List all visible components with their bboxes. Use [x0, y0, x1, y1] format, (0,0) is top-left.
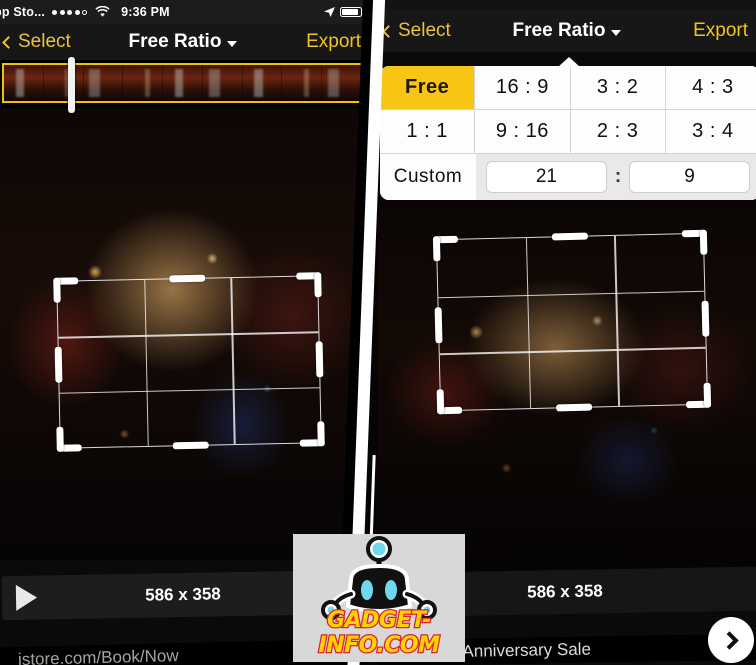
- ratio-option-free[interactable]: Free: [380, 66, 476, 109]
- filmstrip-frame: [242, 65, 283, 101]
- caret-down-icon: [227, 40, 238, 47]
- crop-handle-bottom[interactable]: [556, 403, 593, 412]
- crop-handle-top-left[interactable]: [432, 236, 441, 262]
- right-video-stage: [378, 196, 756, 574]
- export-button[interactable]: Export: [693, 10, 748, 52]
- playhead-handle[interactable]: [68, 57, 75, 113]
- ratio-option-2-3[interactable]: 2 : 3: [570, 110, 666, 153]
- export-label: Export: [693, 20, 748, 41]
- carrier-label: pp Sto...: [0, 5, 46, 19]
- ratio-row: Free 16 : 9 3 : 2 4 : 3: [380, 66, 756, 110]
- clock-label: 9:36 PM: [121, 5, 170, 19]
- crop-gridline-horizontal: [58, 331, 319, 339]
- filmstrip-frame: [123, 65, 164, 101]
- signal-dot: [52, 9, 58, 15]
- wifi-icon: [95, 6, 110, 18]
- custom-ratio-row: Custom 21 : 9: [380, 154, 756, 200]
- popover-body: Free 16 : 9 3 : 2 4 : 3 1 : 1 9 : 16 2 :…: [380, 66, 756, 200]
- left-video-stage: [0, 110, 366, 560]
- crop-handle-right[interactable]: [701, 300, 710, 337]
- timeline-filmstrip-area: [0, 57, 366, 113]
- filmstrip-frame: [202, 65, 243, 101]
- location-icon: [324, 7, 335, 17]
- right-toolbar: Select Free Ratio Export: [378, 10, 756, 52]
- crop-handle-top-left[interactable]: [53, 277, 61, 303]
- crop-gridline-horizontal: [438, 290, 705, 299]
- ratio-option-3-2[interactable]: 3 : 2: [570, 66, 666, 109]
- custom-ratio-separator: :: [614, 166, 622, 187]
- signal-dot: [59, 9, 65, 15]
- crop-handle-top-right[interactable]: [314, 272, 322, 298]
- crop-gridline-vertical: [525, 238, 532, 409]
- custom-ratio-fields: 21 : 9: [476, 154, 756, 200]
- crop-handle-bottom-right[interactable]: [317, 421, 325, 447]
- crop-handle-top[interactable]: [551, 232, 588, 241]
- crop-handle-left[interactable]: [434, 307, 443, 344]
- crop-gridline-horizontal: [439, 347, 706, 356]
- status-bar: pp Sto... 9:36 PM: [0, 0, 366, 24]
- crop-handle-right[interactable]: [315, 341, 324, 378]
- crop-handle-bottom[interactable]: [172, 441, 209, 450]
- custom-height-input[interactable]: 9: [629, 161, 751, 193]
- filmstrip-frame: [43, 65, 84, 101]
- chevron-left-icon: [2, 35, 15, 49]
- export-label: Export: [306, 31, 361, 52]
- ratio-option-4-3[interactable]: 4 : 3: [665, 66, 756, 109]
- aspect-ratio-popover: Free 16 : 9 3 : 2 4 : 3 1 : 1 9 : 16 2 :…: [380, 57, 756, 200]
- crop-handle-left[interactable]: [54, 346, 63, 383]
- back-select-button[interactable]: Select: [382, 10, 451, 52]
- crop-handle-top-right[interactable]: [699, 229, 708, 255]
- crop-handle-bottom-left[interactable]: [56, 426, 64, 452]
- ratio-option-1-1[interactable]: 1 : 1: [380, 110, 476, 153]
- crop-handle-top[interactable]: [169, 274, 206, 283]
- signal-dot: [67, 9, 73, 15]
- crop-grid-overlay[interactable]: [53, 272, 325, 452]
- back-select-label: Select: [398, 20, 451, 41]
- ratio-option-3-4[interactable]: 3 : 4: [665, 110, 756, 153]
- filmstrip-frame: [83, 65, 124, 101]
- caret-down-icon: [611, 29, 622, 36]
- filmstrip-frame: [322, 65, 362, 101]
- ratio-title-button[interactable]: Free Ratio: [513, 20, 622, 42]
- watermark-label: GADGET-INFO.COM: [317, 607, 441, 660]
- filmstrip-frame: [4, 65, 44, 101]
- crop-gridline-vertical: [614, 235, 620, 406]
- promo-text: istore.com/Book/Now: [17, 646, 179, 665]
- crop-handle-bottom-right[interactable]: [703, 382, 712, 408]
- popover-arrow: [558, 57, 580, 67]
- ratio-option-9-16[interactable]: 9 : 16: [475, 110, 571, 153]
- crop-gridline-vertical: [143, 279, 149, 446]
- filmstrip-trim-track[interactable]: [2, 63, 364, 103]
- close-glyph: [719, 630, 739, 650]
- site-watermark: GADGET-INFO.COM: [293, 534, 465, 662]
- filmstrip-frame: [282, 65, 323, 101]
- crop-gridline-vertical: [230, 278, 236, 445]
- back-select-button[interactable]: Select: [2, 24, 71, 60]
- status-bar-right: [323, 0, 365, 24]
- ratio-title-label: Free Ratio: [128, 31, 222, 52]
- signal-strength-dots: [52, 9, 88, 15]
- left-toolbar: Select Free Ratio Export: [0, 24, 366, 60]
- right-status-bar: [378, 0, 756, 10]
- ratio-row: 1 : 1 9 : 16 2 : 3 3 : 4: [380, 110, 756, 154]
- close-icon[interactable]: [708, 617, 754, 663]
- custom-width-input[interactable]: 21: [486, 161, 607, 193]
- signal-dot: [74, 9, 80, 15]
- ratio-option-16-9[interactable]: 16 : 9: [475, 66, 571, 109]
- play-icon[interactable]: [15, 584, 38, 611]
- custom-ratio-label: Custom: [380, 154, 476, 200]
- ratio-title-button[interactable]: Free Ratio: [129, 31, 238, 53]
- export-button[interactable]: Export: [306, 24, 361, 60]
- crop-gridline-horizontal: [59, 386, 320, 394]
- ratio-title-label: Free Ratio: [512, 20, 606, 41]
- crop-grid-overlay[interactable]: [432, 229, 712, 415]
- filmstrip-frame: [163, 65, 203, 101]
- battery-icon: [340, 7, 365, 17]
- screenshot-canvas: pp Sto... 9:36 PM: [0, 0, 756, 665]
- signal-dot-empty: [82, 9, 88, 15]
- back-select-label: Select: [18, 31, 71, 52]
- crop-handle-bottom-left[interactable]: [436, 389, 445, 415]
